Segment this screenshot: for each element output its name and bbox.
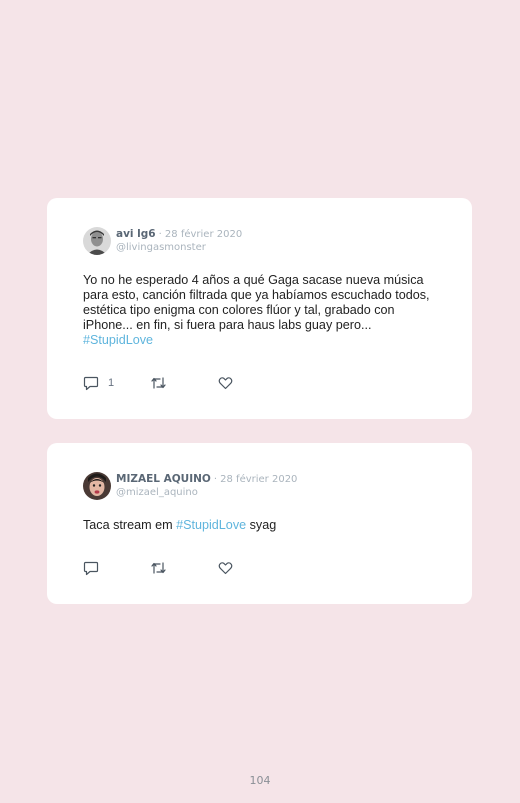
heart-icon <box>218 376 233 390</box>
separator: · <box>158 229 162 240</box>
avatar[interactable] <box>83 227 111 255</box>
tweet-text: Taca stream em #StupidLove syag <box>83 518 433 533</box>
tweet-date[interactable]: 28 février 2020 <box>165 229 242 240</box>
tweet-actions: 1 <box>83 375 283 391</box>
tweet-text-body: Yo no he esperado 4 años a qué Gaga saca… <box>83 273 430 332</box>
author-handle[interactable]: @livingasmonster <box>116 242 242 254</box>
like-button[interactable] <box>218 560 233 576</box>
retweet-icon <box>150 376 167 390</box>
retweet-button[interactable] <box>150 560 167 576</box>
retweet-icon <box>150 561 167 575</box>
comment-icon <box>83 376 99 391</box>
avatar[interactable] <box>83 472 111 500</box>
hashtag-link[interactable]: #StupidLove <box>176 518 246 532</box>
hashtag-link[interactable]: #StupidLove <box>83 333 153 347</box>
tweet-card: avi lg6 · 28 février 2020 @livingasmonst… <box>47 198 472 419</box>
comment-icon <box>83 561 99 576</box>
tweet-text: Yo no he esperado 4 años a qué Gaga saca… <box>83 273 433 348</box>
tweet-text-tail: syag <box>246 518 277 532</box>
author-name[interactable]: MIZAEL AQUINO <box>116 473 211 485</box>
tweet-header: avi lg6 · 28 février 2020 @livingasmonst… <box>116 228 242 254</box>
tweet-card: MIZAEL AQUINO · 28 février 2020 @mizael_… <box>47 443 472 604</box>
tweet-actions <box>83 560 283 576</box>
tweet-header: MIZAEL AQUINO · 28 février 2020 @mizael_… <box>116 473 297 499</box>
reply-button[interactable] <box>83 560 108 576</box>
tweet-date[interactable]: 28 février 2020 <box>220 474 297 485</box>
author-handle[interactable]: @mizael_aquino <box>116 487 297 499</box>
reply-button[interactable]: 1 <box>83 375 114 391</box>
retweet-button[interactable] <box>150 375 167 391</box>
author-name[interactable]: avi lg6 <box>116 228 156 240</box>
page-number: 104 <box>249 774 271 787</box>
like-button[interactable] <box>218 375 233 391</box>
heart-icon <box>218 561 233 575</box>
separator: · <box>213 474 218 485</box>
tweet-text-body: Taca stream em <box>83 518 177 532</box>
reply-count: 1 <box>108 377 115 389</box>
